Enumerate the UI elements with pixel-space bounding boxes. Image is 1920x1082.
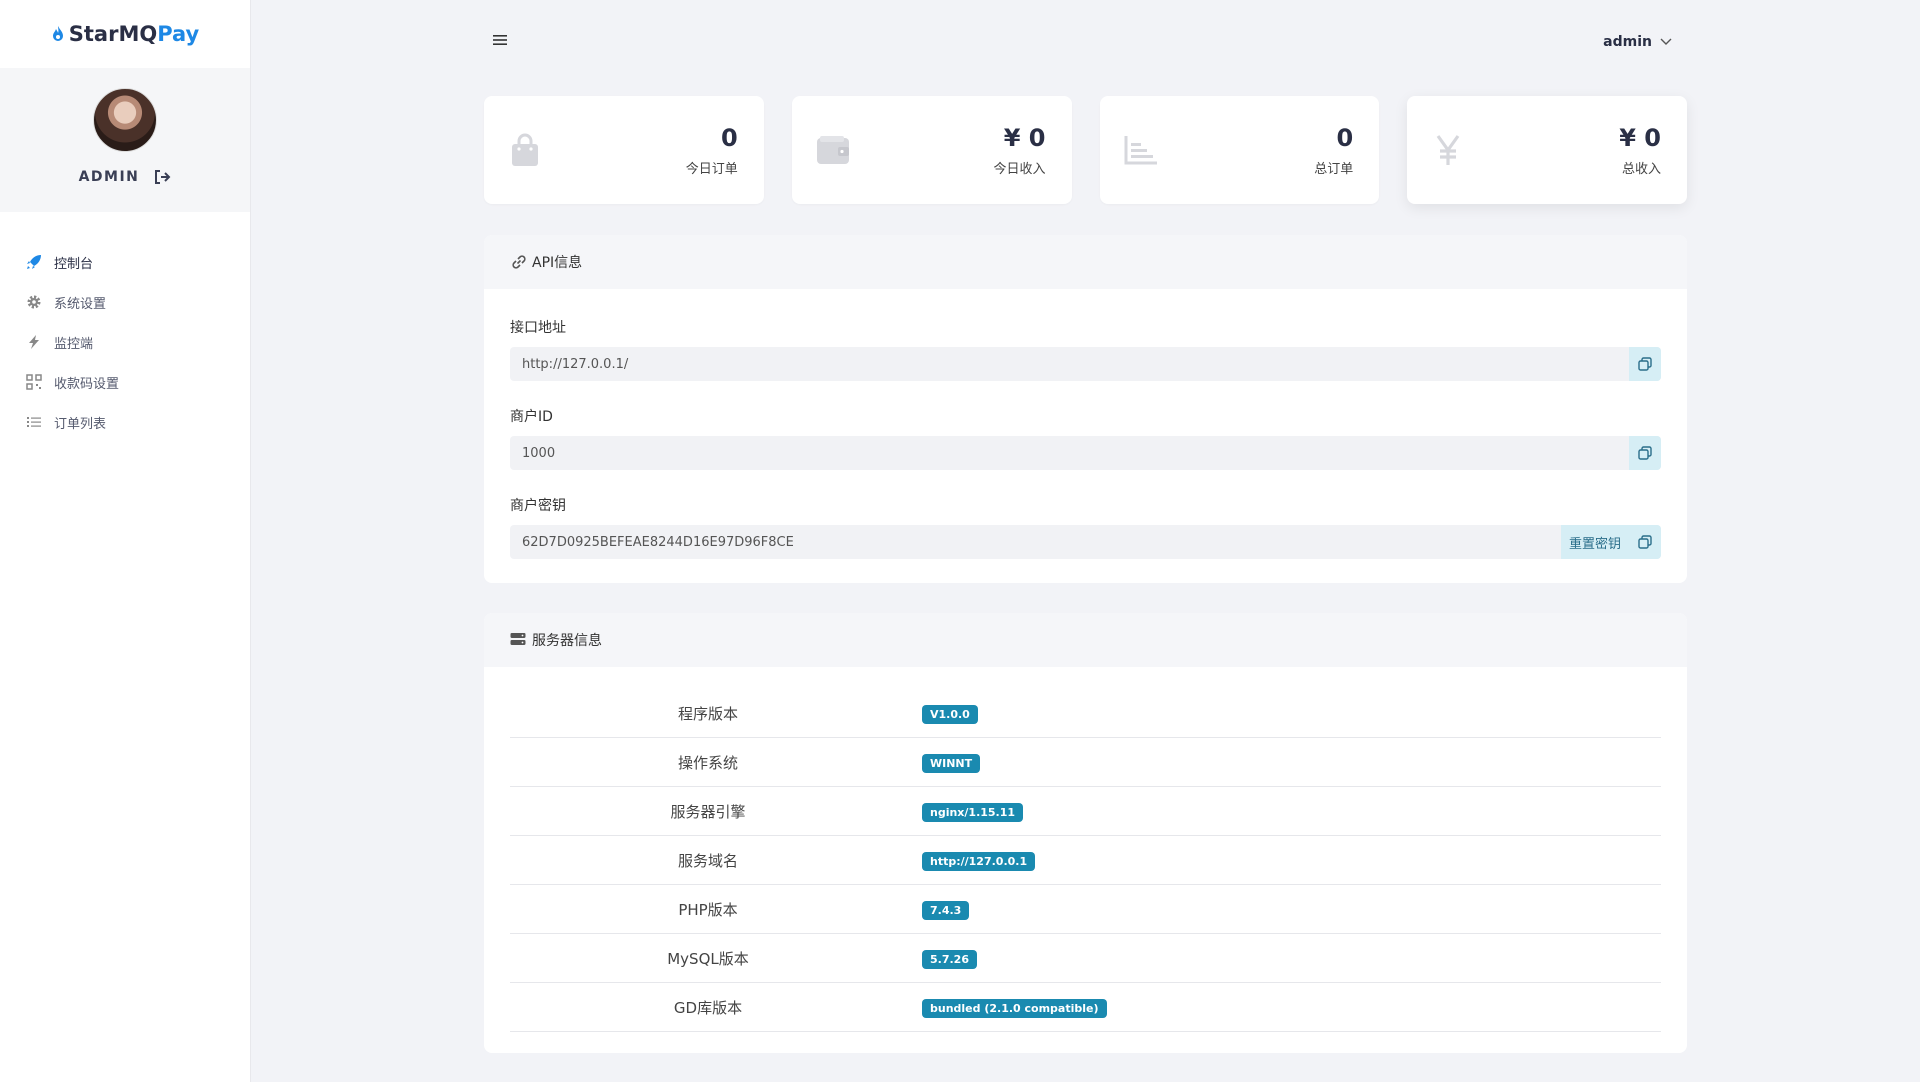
brand-prefix: StarMQ: [68, 22, 158, 46]
server-key: 程序版本: [677, 704, 738, 723]
user-menu-label: admin: [1603, 34, 1652, 50]
table-row: GD库版本 bundled (2.1.0 compatible): [510, 983, 1661, 1032]
stat-card-today-orders: 0 今日订单: [484, 96, 764, 204]
sidebar-item-monitor[interactable]: 监控端: [0, 322, 250, 362]
panel-header: API信息: [484, 235, 1687, 289]
panel-header: 服务器信息: [484, 613, 1687, 667]
sidebar-item-orders[interactable]: 订单列表: [0, 402, 250, 442]
server-info-table: 程序版本 V1.0.0 操作系统 WINNT 服务器引擎 nginx/1.15.…: [510, 689, 1661, 1032]
server-key: MySQL版本: [667, 949, 749, 968]
gear-icon: [26, 294, 42, 310]
brand-suffix: Pay: [157, 22, 200, 46]
stat-label: 今日收入: [993, 162, 1046, 177]
merchant-id-field-group: 商户ID: [510, 406, 1661, 470]
yen-icon: [1431, 132, 1465, 168]
copy-icon: [1638, 535, 1652, 549]
server-icon: [510, 632, 528, 648]
php-badge: 7.4.3: [922, 900, 970, 920]
stat-label: 今日订单: [685, 162, 738, 177]
stat-value: ¥ 0: [1619, 124, 1661, 152]
rocket-icon: [26, 254, 42, 270]
sidebar-item-label: 收款码设置: [54, 376, 120, 392]
table-row: 程序版本 V1.0.0: [510, 689, 1661, 738]
copy-endpoint-button[interactable]: [1629, 347, 1661, 381]
user-menu-dropdown[interactable]: admin: [1603, 34, 1672, 50]
panel-title: 服务器信息: [532, 633, 602, 649]
flame-icon: [52, 26, 63, 41]
server-info-panel: 服务器信息 程序版本 V1.0.0 操作系统 WINNT 服务器引擎 nginx…: [484, 613, 1687, 1053]
stat-card-total-orders: 0 总订单: [1099, 96, 1380, 204]
merchant-key-field-group: 商户密钥 重置密钥: [510, 495, 1661, 559]
field-label: 商户ID: [510, 409, 553, 425]
profile-name: ADMIN: [78, 169, 140, 185]
stat-card-today-income: ¥ 0 今日收入: [791, 96, 1072, 204]
server-key: 操作系统: [677, 753, 738, 772]
wallet-icon: [816, 132, 850, 168]
sidebar-item-qrcode[interactable]: 收款码设置: [0, 362, 250, 402]
link-icon: [510, 254, 528, 270]
brand-logo[interactable]: StarMQ Pay: [0, 0, 250, 68]
endpoint-input[interactable]: [510, 347, 1629, 381]
os-badge: WINNT: [922, 753, 981, 773]
server-key: GD库版本: [673, 998, 743, 1017]
copy-icon: [1638, 446, 1652, 460]
table-row: 服务域名 http://127.0.0.1: [510, 836, 1661, 885]
user-profile: ADMIN: [0, 68, 250, 212]
sidebar-nav: 控制台 系统设置 监控端 收款码设置 订单列表: [0, 242, 250, 442]
engine-badge: nginx/1.15.11: [922, 802, 1024, 822]
api-info-panel: API信息 接口地址 商户ID 商户密钥 重置密钥: [484, 235, 1687, 583]
topbar: admin: [250, 0, 1920, 86]
stat-value: 0: [1336, 124, 1354, 152]
stats-row: 0 今日订单 ¥ 0 今日收入 0 总订单 ¥ 0 总收入: [484, 96, 1687, 204]
sidebar-item-label: 系统设置: [54, 296, 107, 312]
sidebar-item-label: 订单列表: [54, 416, 107, 432]
domain-badge: http://127.0.0.1: [922, 851, 1036, 871]
panel-title: API信息: [532, 255, 583, 271]
copy-icon: [1638, 357, 1652, 371]
gd-badge: bundled (2.1.0 compatible): [922, 998, 1107, 1018]
server-key: 服务域名: [677, 851, 738, 870]
shopping-bag-icon: [508, 132, 542, 168]
table-row: 操作系统 WINNT: [510, 738, 1661, 787]
version-badge: V1.0.0: [922, 704, 978, 724]
avatar[interactable]: [93, 88, 157, 152]
hamburger-menu-icon[interactable]: [493, 34, 507, 46]
merchant-key-input[interactable]: [510, 525, 1561, 559]
stat-value: ¥ 0: [1003, 124, 1046, 152]
sidebar-item-label: 控制台: [54, 256, 94, 272]
qr-grid-icon: [26, 374, 42, 390]
list-icon: [26, 414, 42, 430]
server-key: PHP版本: [678, 900, 738, 919]
sidebar-item-dashboard[interactable]: 控制台: [0, 242, 250, 282]
table-row: PHP版本 7.4.3: [510, 885, 1661, 934]
merchant-id-input[interactable]: [510, 436, 1629, 470]
table-row: 服务器引擎 nginx/1.15.11: [510, 787, 1661, 836]
copy-merchant-id-button[interactable]: [1629, 436, 1661, 470]
lightning-icon: [26, 334, 42, 350]
sidebar: StarMQ Pay ADMIN 控制台 系统设置 监控端 收款码设置 订单列表: [0, 0, 250, 1082]
server-key: 服务器引擎: [670, 802, 746, 821]
field-label: 接口地址: [510, 320, 566, 336]
stat-value: 0: [721, 124, 738, 152]
sidebar-item-settings[interactable]: 系统设置: [0, 282, 250, 322]
sidebar-item-label: 监控端: [54, 336, 94, 352]
endpoint-field-group: 接口地址: [510, 317, 1661, 381]
stat-card-total-income: ¥ 0 总收入: [1407, 96, 1687, 204]
field-label: 商户密钥: [510, 498, 566, 514]
copy-merchant-key-button[interactable]: [1629, 525, 1661, 559]
table-row: MySQL版本 5.7.26: [510, 934, 1661, 983]
bar-chart-icon: [1124, 132, 1158, 168]
stat-label: 总订单: [1314, 162, 1354, 177]
logout-icon[interactable]: [153, 168, 171, 186]
reset-key-button[interactable]: 重置密钥: [1560, 525, 1629, 559]
chevron-down-icon: [1660, 38, 1672, 45]
mysql-badge: 5.7.26: [922, 949, 977, 969]
stat-label: 总收入: [1621, 162, 1661, 177]
